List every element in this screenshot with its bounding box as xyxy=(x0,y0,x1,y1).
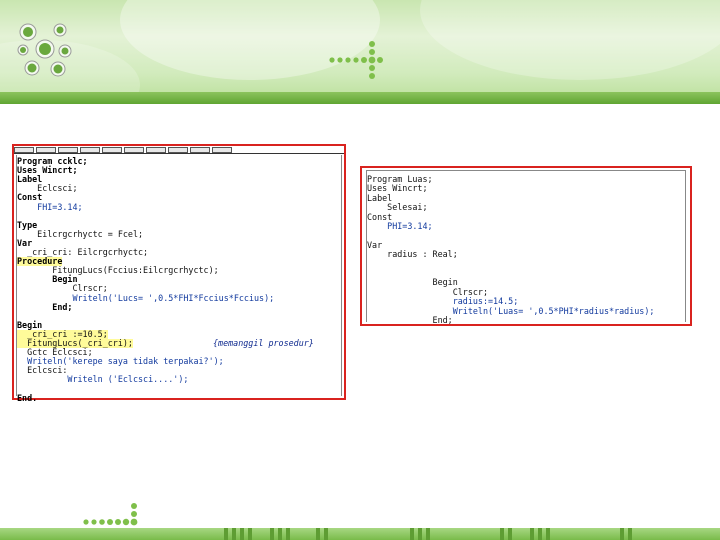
right-code-screenshot: Program Luas; Uses Wincrt; Label Selesai; C… xyxy=(360,166,692,326)
edit-icon[interactable] xyxy=(36,146,56,153)
tools-icon[interactable] xyxy=(146,146,166,153)
bottom-bar-tick xyxy=(270,528,274,540)
options-icon[interactable] xyxy=(168,146,188,153)
bottom-bar-tick xyxy=(278,528,282,540)
code-line: radius:=14.5; xyxy=(367,296,519,307)
bottom-bar-tick xyxy=(240,528,244,540)
bottom-bar-tick xyxy=(286,528,290,540)
bottom-bar-tick xyxy=(620,528,624,540)
bottom-bar-tick xyxy=(224,528,228,540)
left-code-screenshot: Program ccklc; Uses Wincrt; Label Eclcsci;… xyxy=(12,144,346,402)
bottom-bar-tick xyxy=(628,528,632,540)
bottom-bar-tick xyxy=(508,528,512,540)
slide-banner xyxy=(0,0,720,104)
help-icon[interactable] xyxy=(212,146,232,153)
file-icon[interactable] xyxy=(14,146,34,153)
search-icon[interactable] xyxy=(58,146,78,153)
bottom-bar-tick xyxy=(248,528,252,540)
bottom-bar-tick xyxy=(324,528,328,540)
code-line: Writeln ('Eclcsci....'); xyxy=(17,374,189,385)
banner-swirl xyxy=(420,0,720,80)
dotted-arrow-icon xyxy=(329,41,383,79)
window-icon[interactable] xyxy=(190,146,210,153)
code-line: Selesai; xyxy=(367,202,428,213)
banner-stripe xyxy=(0,92,720,104)
code-line: End. xyxy=(17,392,38,403)
code-line: FHI=3.14; xyxy=(17,201,83,212)
green-flower-logo-icon xyxy=(17,23,72,77)
ide-toolbar xyxy=(14,146,344,154)
bottom-bar-tick xyxy=(546,528,550,540)
bottom-bar-tick xyxy=(316,528,320,540)
run-icon[interactable] xyxy=(80,146,100,153)
code-line: PHI=3.14; xyxy=(367,221,433,231)
code-line: radius : Real; xyxy=(367,249,458,260)
left-code-area: Program ccklc; Uses Wincrt; Label Eclcsci;… xyxy=(16,155,342,402)
code-line: End; xyxy=(17,301,73,312)
bottom-bar-tick xyxy=(426,528,430,540)
code-comment: {memanggil prosedur} xyxy=(213,338,314,348)
debug-icon[interactable] xyxy=(124,146,144,153)
compile-icon[interactable] xyxy=(102,146,122,153)
bottom-bar-tick xyxy=(418,528,422,540)
bottom-bar-tick xyxy=(410,528,414,540)
code-line: Eilcrgcrhyctc = Fcel; xyxy=(17,228,144,239)
bottom-bar-tick xyxy=(530,528,534,540)
right-code-area: Program Luas; Uses Wincrt; Label Selesai; C… xyxy=(366,170,686,325)
bottom-bar xyxy=(0,528,720,540)
bottom-bar-tick xyxy=(500,528,504,540)
code-line: End; xyxy=(367,315,453,325)
bottom-bar-tick xyxy=(232,528,236,540)
bottom-bar-tick xyxy=(538,528,542,540)
